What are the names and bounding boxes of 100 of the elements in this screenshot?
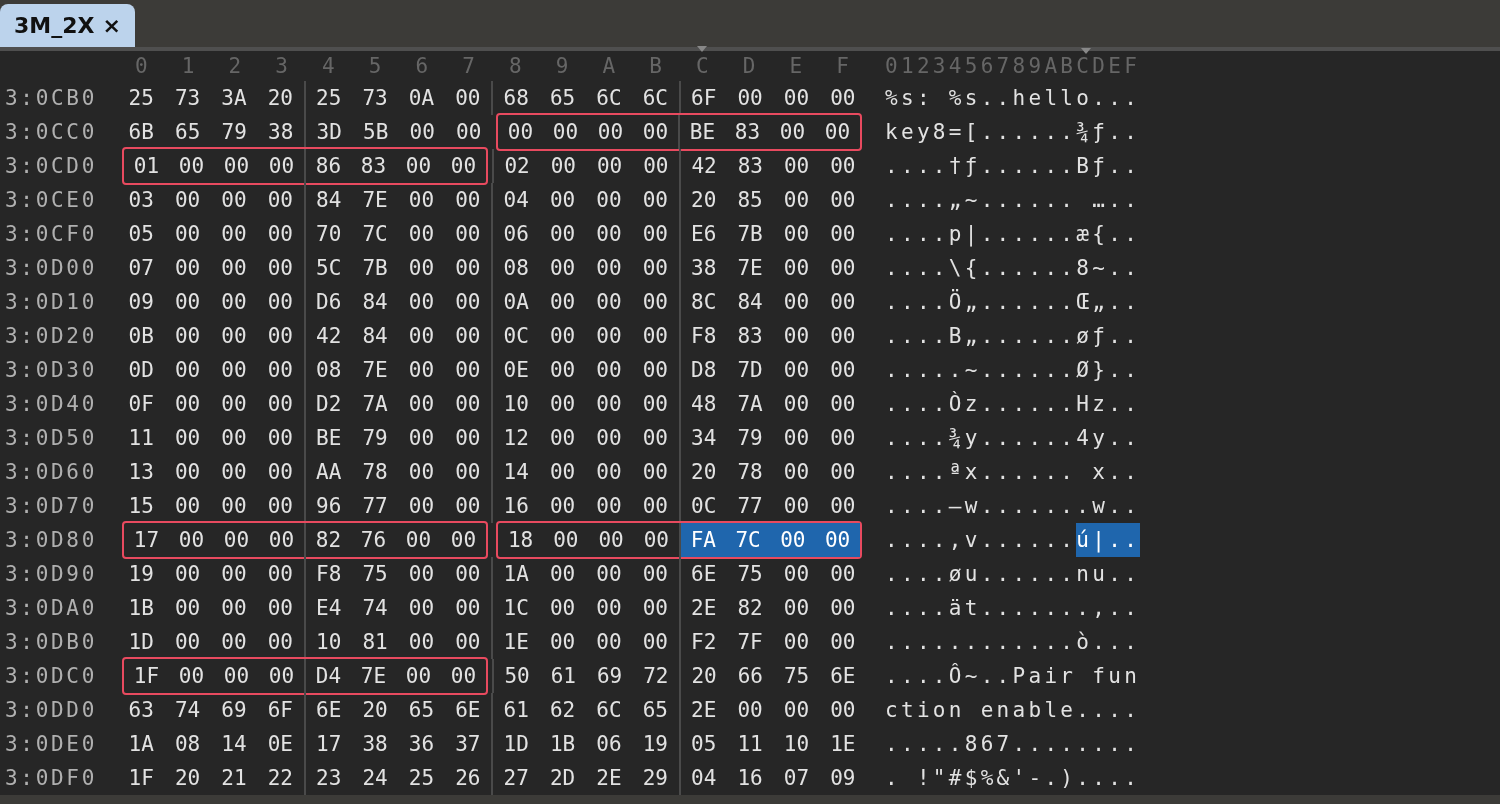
hex-byte: 15: [127, 493, 155, 520]
hex-byte: 00: [220, 595, 248, 622]
column-header: C: [696, 47, 709, 77]
hex-byte: 00: [782, 493, 811, 520]
ascii-text: ....Ô~..Pair fun: [885, 662, 1141, 690]
column-header: 1: [181, 53, 195, 77]
hex-byte: 00: [454, 493, 482, 520]
hex-byte: 0A: [407, 85, 436, 112]
hex-byte: 14: [220, 731, 248, 758]
hex-byte: 00: [407, 357, 436, 384]
file-tab[interactable]: 3M_2X ×: [0, 4, 135, 47]
hex-byte: 00: [173, 459, 202, 486]
hex-byte: 66: [736, 663, 764, 690]
hex-byte: 17: [132, 527, 161, 554]
hex-byte: 75: [782, 663, 811, 690]
hex-byte: 00: [641, 459, 669, 486]
hex-byte: 6E: [678, 557, 727, 591]
hex-byte: 00: [408, 119, 436, 146]
hex-byte: 00: [548, 493, 577, 520]
hex-byte: 2E: [595, 765, 623, 792]
hex-byte: 61: [549, 663, 577, 690]
hex-byte: 00: [595, 289, 623, 316]
row-address: 3:0D10: [4, 290, 99, 314]
hex-byte: 00: [266, 323, 294, 350]
hex-byte: 00: [595, 221, 623, 248]
row-address: 3:0DB0: [4, 630, 99, 654]
hex-byte: 86: [304, 149, 351, 183]
ascii-text: ....\{......8~..: [885, 255, 1141, 282]
hex-byte: 17: [303, 727, 352, 761]
hex-byte: 79: [220, 119, 248, 146]
hex-byte: 0E: [266, 731, 294, 758]
hex-byte: 7C: [734, 527, 762, 554]
hex-byte: 25: [127, 85, 155, 112]
ascii-text: ....–w.......w..: [885, 493, 1141, 520]
hex-byte: 00: [220, 425, 248, 452]
hex-byte: 00: [823, 119, 852, 146]
hex-byte: 00: [829, 425, 857, 452]
hex-byte: 00: [220, 629, 248, 656]
hex-byte: 00: [782, 187, 811, 214]
ascii-column-header: 0123456789ABCDEF: [885, 54, 1141, 78]
hex-byte: 00: [641, 493, 669, 520]
hex-byte: 25: [407, 765, 436, 792]
hex-byte: 26: [454, 765, 482, 792]
hex-byte: 00: [220, 561, 248, 588]
hex-byte: 00: [407, 255, 436, 282]
hex-byte: 38: [678, 251, 727, 285]
hex-byte: 63: [127, 697, 155, 724]
hex-byte: 72: [642, 663, 670, 690]
hex-byte: 00: [220, 493, 248, 520]
hex-byte: 05: [127, 221, 155, 248]
close-button[interactable]: ×: [102, 13, 121, 38]
hex-byte: 29: [641, 765, 669, 792]
hex-byte: 65: [548, 85, 577, 112]
row-address: 3:0D70: [4, 494, 99, 518]
hex-byte: 3D: [304, 115, 353, 149]
hex-byte: 7E: [361, 187, 389, 214]
row-address: 3:0CC0: [4, 120, 99, 144]
hex-byte: 00: [173, 255, 202, 282]
hex-byte: 03: [127, 187, 155, 214]
hex-byte: 00: [597, 527, 625, 554]
ascii-text: ....†ƒ......Bƒ..: [885, 153, 1141, 180]
hex-byte: 25: [303, 81, 352, 115]
hex-byte: F8: [678, 319, 727, 353]
hex-byte: 21: [220, 765, 248, 792]
hex-byte: 7B: [736, 221, 764, 248]
hex-byte: 00: [407, 425, 436, 452]
hex-byte: 48: [678, 387, 727, 421]
hex-byte: 62: [548, 697, 577, 724]
hex-byte: 00: [454, 85, 482, 112]
hex-byte: 00: [407, 187, 436, 214]
hex-byte: 00: [829, 629, 857, 656]
hex-byte: E6: [678, 217, 727, 251]
hex-byte: 76: [359, 527, 388, 554]
hex-byte: 6B: [127, 119, 155, 146]
hex-byte: 00: [266, 187, 294, 214]
hex-byte: 00: [552, 527, 580, 554]
hex-byte: 00: [548, 187, 577, 214]
hex-byte: 2D: [548, 765, 577, 792]
row-address: 3:0D80: [4, 528, 99, 552]
hex-byte: 00: [548, 221, 577, 248]
hex-byte: 00: [220, 391, 248, 418]
hex-byte: 6F: [266, 697, 294, 724]
ascii-text: .....867........: [885, 731, 1141, 758]
hex-byte: D6: [303, 285, 352, 319]
hex-byte: 36: [407, 731, 436, 758]
hex-byte: 00: [173, 357, 202, 384]
hex-byte: 00: [173, 391, 202, 418]
hex-byte: 1D: [491, 727, 540, 761]
hex-byte: 7E: [359, 663, 388, 690]
hex-byte: 10: [303, 625, 352, 659]
hex-byte: 00: [407, 391, 436, 418]
hex-byte: 00: [454, 289, 482, 316]
column-header: 0: [135, 53, 148, 77]
hex-byte: 00: [829, 459, 857, 486]
hex-byte: 77: [736, 493, 764, 520]
column-header: 2: [228, 53, 242, 77]
hex-byte: 00: [782, 153, 811, 180]
hex-byte: FA: [679, 523, 726, 557]
hex-byte: 00: [266, 391, 294, 418]
hex-byte: 04: [491, 183, 540, 217]
